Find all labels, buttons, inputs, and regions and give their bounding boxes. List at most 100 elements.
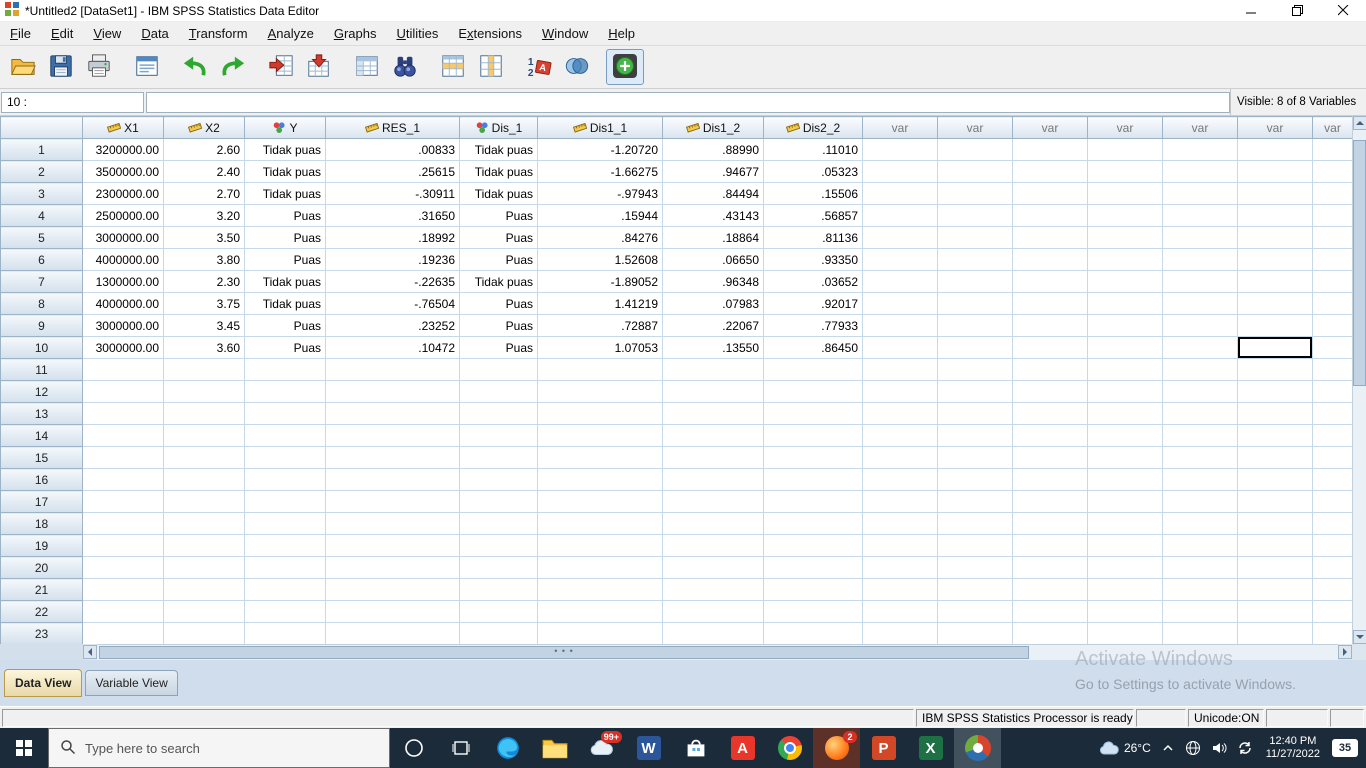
data-cell[interactable] [244,600,326,623]
data-cell[interactable] [1162,490,1238,513]
data-cell[interactable] [1012,402,1088,425]
data-cell[interactable] [937,534,1013,557]
data-cell[interactable] [1162,622,1238,644]
data-cell[interactable] [763,490,863,513]
row-number[interactable]: 18 [0,512,83,535]
data-cell[interactable] [163,402,245,425]
scroll-down-icon[interactable] [1353,630,1366,644]
data-cell[interactable] [537,556,663,579]
scroll-left-icon[interactable] [83,645,97,659]
data-cell[interactable]: 1.07053 [537,336,663,359]
data-cell[interactable]: Tidak puas [244,182,326,205]
data-cell[interactable] [862,380,938,403]
data-cell[interactable] [763,600,863,623]
search-input[interactable] [85,740,378,756]
data-cell[interactable] [1237,314,1313,337]
data-cell[interactable] [1012,622,1088,644]
spss-taskbar-button[interactable] [954,728,1001,768]
split-file-button[interactable] [558,49,596,85]
data-cell[interactable] [244,402,326,425]
data-cell[interactable] [325,622,460,644]
data-cell[interactable] [1087,424,1163,447]
data-cell[interactable] [1312,226,1352,249]
data-cell[interactable]: 2300000.00 [82,182,164,205]
data-cell[interactable]: .23252 [325,314,460,337]
data-cell[interactable] [325,402,460,425]
data-cell[interactable] [862,314,938,337]
data-cell[interactable] [1087,248,1163,271]
data-cell[interactable] [1237,270,1313,293]
row-number[interactable]: 23 [0,622,83,644]
data-cell[interactable] [459,380,538,403]
data-cell[interactable] [459,490,538,513]
data-cell[interactable] [662,600,764,623]
data-cell[interactable] [537,358,663,381]
data-cell[interactable] [163,424,245,447]
data-cell[interactable] [1087,578,1163,601]
menu-transform[interactable]: Transform [179,23,258,44]
data-cell[interactable] [1162,424,1238,447]
data-cell[interactable]: .31650 [325,204,460,227]
data-cell[interactable]: Puas [244,226,326,249]
row-number[interactable]: 4 [0,204,83,227]
variables-button[interactable] [348,49,386,85]
data-cell[interactable] [937,380,1013,403]
data-cell[interactable]: -1.20720 [537,138,663,161]
data-cell[interactable] [1312,182,1352,205]
row-number[interactable]: 17 [0,490,83,513]
data-cell[interactable] [459,512,538,535]
save-button[interactable] [42,49,80,85]
data-cell[interactable] [1237,380,1313,403]
data-cell[interactable] [459,358,538,381]
restore-button[interactable] [1274,0,1320,22]
data-cell[interactable]: .13550 [662,336,764,359]
data-cell[interactable]: 3.80 [163,248,245,271]
notification-center-button[interactable]: 35 [1332,739,1358,757]
data-cell[interactable]: Tidak puas [459,160,538,183]
row-number[interactable]: 16 [0,468,83,491]
column-header-var[interactable]: var [1162,116,1238,139]
data-cell[interactable] [937,468,1013,491]
data-cell[interactable]: Puas [244,314,326,337]
data-cell[interactable] [763,622,863,644]
chrome-taskbar-button[interactable] [766,728,813,768]
data-cell[interactable] [862,204,938,227]
data-cell[interactable] [1312,424,1352,447]
data-cell[interactable] [1162,358,1238,381]
data-cell[interactable]: .93350 [763,248,863,271]
data-cell[interactable] [325,490,460,513]
data-cell[interactable] [1087,446,1163,469]
data-cell[interactable] [862,248,938,271]
powerpoint-taskbar-button[interactable]: P [860,728,907,768]
column-header-Dis1_2[interactable]: Dis1_2 [662,116,764,139]
data-cell[interactable] [82,468,164,491]
orange-app-taskbar-button[interactable]: 2 [813,728,860,768]
column-header-Dis1_1[interactable]: Dis1_1 [537,116,663,139]
data-cell[interactable] [763,534,863,557]
data-cell[interactable] [763,358,863,381]
data-cell[interactable]: .15944 [537,204,663,227]
data-cell[interactable] [1237,424,1313,447]
column-header-var[interactable]: var [1312,116,1352,139]
data-cell[interactable] [244,380,326,403]
data-cell[interactable] [537,424,663,447]
data-cell[interactable]: .15506 [763,182,863,205]
data-cell[interactable] [82,358,164,381]
data-cell[interactable]: .43143 [662,204,764,227]
row-number[interactable]: 10 [0,336,83,359]
data-cell[interactable] [1162,380,1238,403]
news-taskbar-button[interactable]: 99+ [578,728,625,768]
horizontal-scroll-track[interactable] [97,644,1338,660]
data-cell[interactable]: 3200000.00 [82,138,164,161]
data-cell[interactable] [1312,138,1352,161]
data-cell[interactable]: Puas [459,314,538,337]
open-data-button[interactable] [4,49,42,85]
data-cell[interactable]: .96348 [662,270,764,293]
data-cell[interactable] [459,556,538,579]
data-cell[interactable] [1087,534,1163,557]
data-cell[interactable]: 3000000.00 [82,314,164,337]
data-cell[interactable] [1162,336,1238,359]
data-cell[interactable] [662,578,764,601]
data-cell[interactable] [1012,600,1088,623]
data-cell[interactable] [1012,468,1088,491]
